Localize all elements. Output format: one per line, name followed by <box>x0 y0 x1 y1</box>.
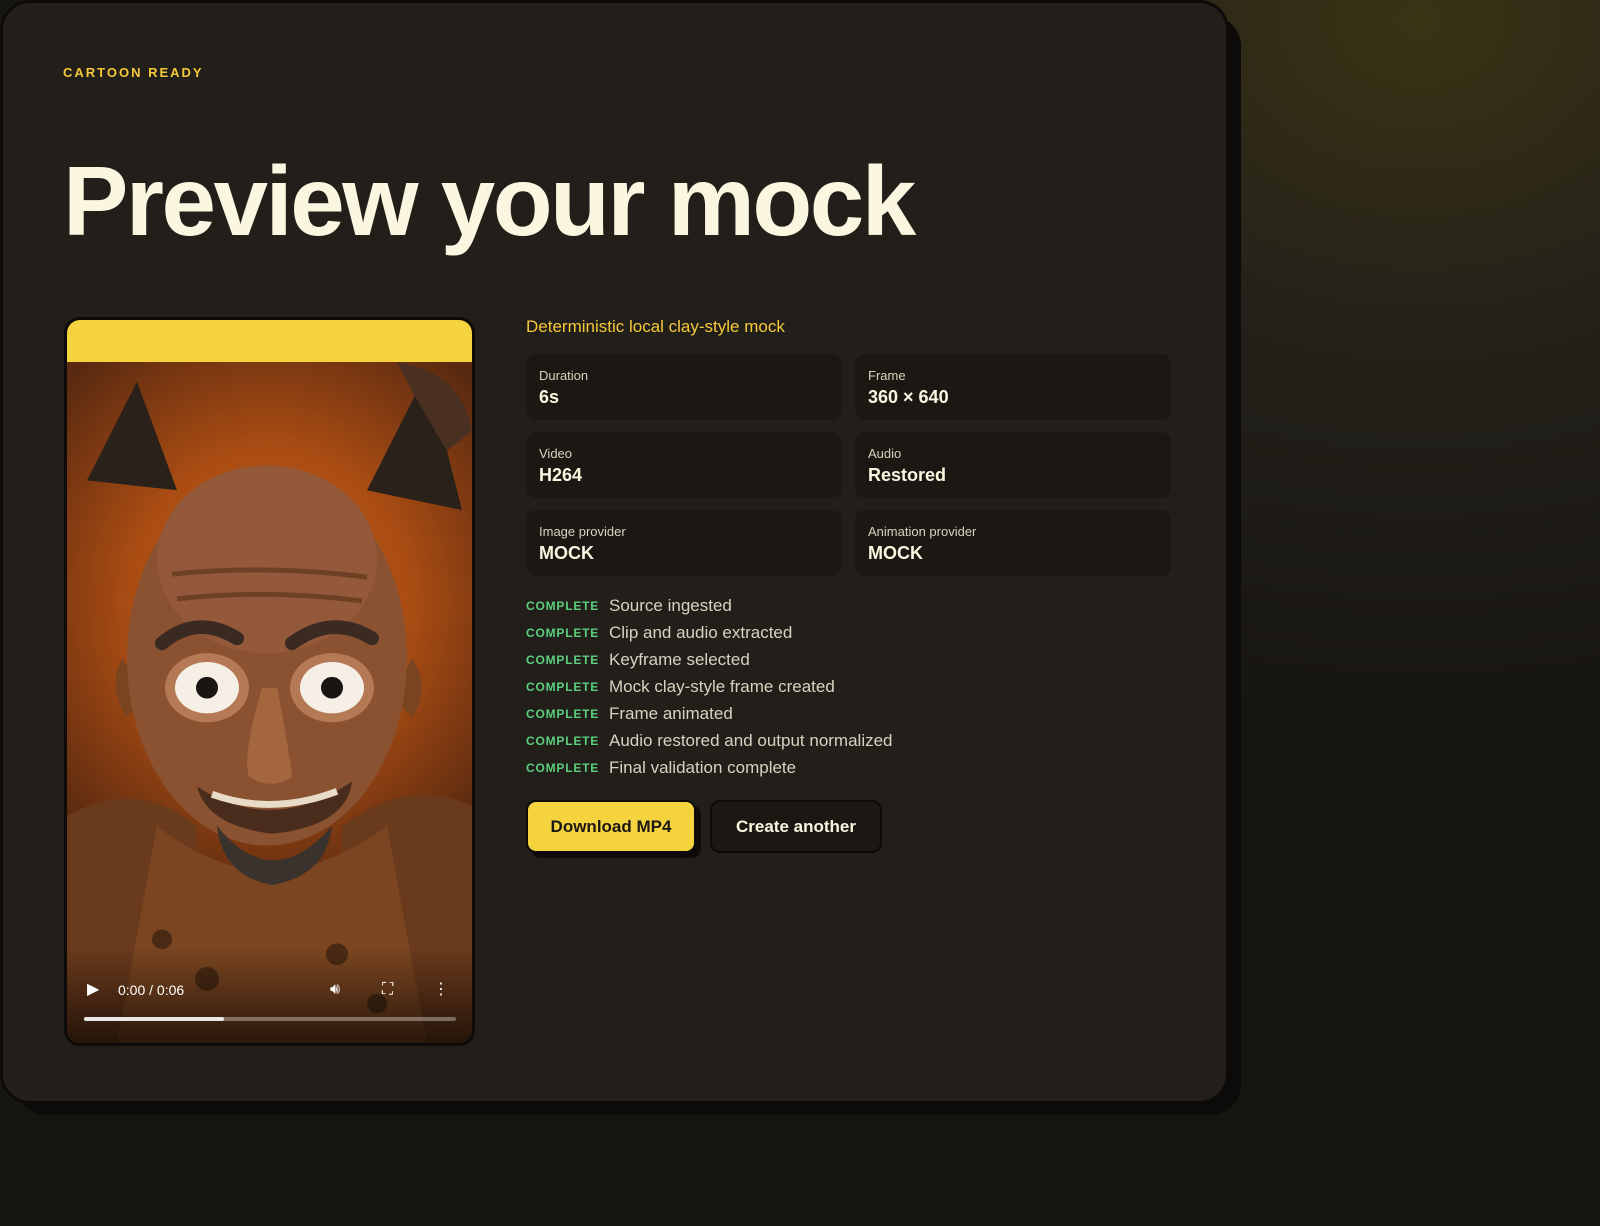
fullscreen-icon[interactable]: ⛶ <box>382 982 393 998</box>
more-options-icon[interactable]: ⋮ <box>433 982 449 998</box>
stat-frame: Frame 360 × 640 <box>855 354 1171 420</box>
video-progress-bar[interactable] <box>84 1017 456 1021</box>
step-item: COMPLETE Mock clay-style frame created <box>526 673 893 700</box>
stat-duration: Duration 6s <box>526 354 842 420</box>
eyebrow-label: CARTOON READY <box>63 65 204 80</box>
create-another-button[interactable]: Create another <box>710 800 882 853</box>
step-item: COMPLETE Final validation complete <box>526 754 893 781</box>
play-icon[interactable]: ▶ <box>87 982 99 998</box>
video-frame[interactable]: ▶ 0:00 / 0:06 🔊︎ ⛶ ⋮ <box>67 362 472 1043</box>
stat-video: Video H264 <box>526 432 842 498</box>
result-card: CARTOON READY Preview your mock ▶ 0:00 /… <box>0 0 1229 1104</box>
pipeline-steps: COMPLETE Source ingested COMPLETE Clip a… <box>526 592 893 781</box>
stat-label: Frame <box>868 368 906 383</box>
video-top-band <box>67 320 472 362</box>
step-status-badge: COMPLETE <box>526 679 600 694</box>
step-status-badge: COMPLETE <box>526 706 600 721</box>
download-mp4-button[interactable]: Download MP4 <box>526 800 696 853</box>
stat-image-provider: Image provider MOCK <box>526 510 842 576</box>
stat-value: Restored <box>868 465 947 485</box>
stat-value: 6s <box>539 387 560 407</box>
step-text: Frame animated <box>609 703 733 723</box>
page-title: Preview your mock <box>63 146 916 256</box>
stat-value: MOCK <box>868 543 923 563</box>
stat-label: Audio <box>868 446 902 461</box>
video-controls: ▶ 0:00 / 0:06 🔊︎ ⛶ ⋮ <box>67 948 472 1043</box>
step-status-badge: COMPLETE <box>526 625 600 640</box>
step-item: COMPLETE Clip and audio extracted <box>526 619 893 646</box>
video-time: 0:00 / 0:06 <box>118 982 185 998</box>
step-item: COMPLETE Audio restored and output norma… <box>526 727 893 754</box>
step-text: Audio restored and output normalized <box>609 730 893 750</box>
step-text: Mock clay-style frame created <box>609 676 835 696</box>
stat-value: 360 × 640 <box>868 387 949 407</box>
stat-label: Image provider <box>539 524 626 539</box>
render-subtitle: Deterministic local clay-style mock <box>526 317 785 336</box>
stat-label: Duration <box>539 368 589 383</box>
step-item: COMPLETE Frame animated <box>526 700 893 727</box>
stat-value: MOCK <box>539 543 594 563</box>
step-item: COMPLETE Keyframe selected <box>526 646 893 673</box>
step-text: Keyframe selected <box>609 649 750 669</box>
stat-animation-provider: Animation provider MOCK <box>855 510 1171 576</box>
step-text: Source ingested <box>609 595 732 615</box>
stat-label: Video <box>539 446 573 461</box>
step-text: Clip and audio extracted <box>609 622 793 642</box>
step-status-badge: COMPLETE <box>526 733 600 748</box>
step-status-badge: COMPLETE <box>526 598 600 613</box>
step-text: Final validation complete <box>609 757 797 777</box>
stats-grid: Duration 6s Frame 360 × 640 Video H264 A… <box>526 354 1171 576</box>
stat-label: Animation provider <box>868 524 977 539</box>
volume-icon[interactable]: 🔊︎ <box>330 982 340 998</box>
stat-value: H264 <box>539 465 583 485</box>
stat-audio: Audio Restored <box>855 432 1171 498</box>
step-status-badge: COMPLETE <box>526 652 600 667</box>
clay-character-image <box>67 362 472 1043</box>
step-item: COMPLETE Source ingested <box>526 592 893 619</box>
video-progress-fill <box>84 1017 224 1021</box>
video-player[interactable]: ▶ 0:00 / 0:06 🔊︎ ⛶ ⋮ <box>64 317 475 1046</box>
step-status-badge: COMPLETE <box>526 760 600 775</box>
